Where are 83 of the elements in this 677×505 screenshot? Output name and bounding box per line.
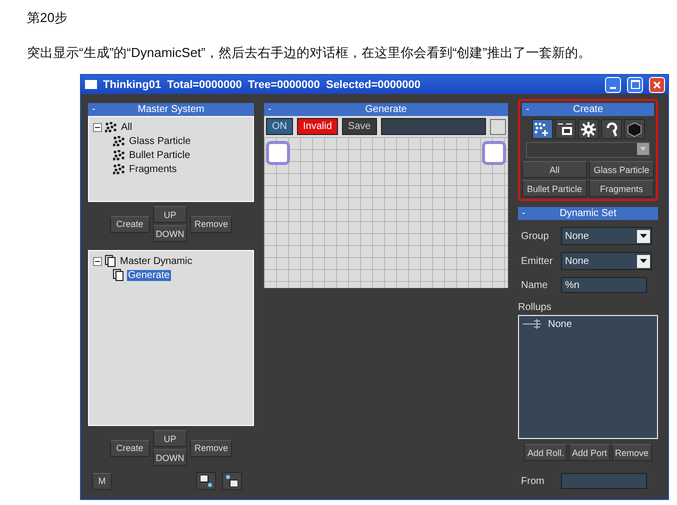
collapse-dash[interactable]: - [526, 104, 536, 115]
down-button[interactable]: DOWN [152, 449, 188, 466]
up-button[interactable]: UP [152, 206, 188, 223]
particles-icon [105, 122, 117, 132]
minimize-button[interactable] [605, 76, 621, 92]
tree-item[interactable]: Master Dynamic [119, 256, 194, 266]
on-button[interactable]: ON [266, 118, 293, 135]
create-button[interactable]: Create [110, 216, 150, 232]
panel-title: Dynamic Set [558, 208, 618, 219]
window-icon [85, 80, 97, 89]
input-node [266, 141, 290, 165]
select-field[interactable]: None [561, 227, 652, 245]
m-button[interactable]: M [92, 472, 112, 490]
minimize-icon [610, 86, 616, 88]
panel-title: Master System [136, 104, 206, 115]
create-option-button[interactable]: All [522, 161, 587, 178]
up-button[interactable]: UP [152, 430, 188, 447]
tool-button[interactable] [600, 119, 622, 139]
description-text: 突出显示“生成”的“DynamicSet”，然后去右手边的对话框，在这里你会看到“创建”推出了一套新的。 [27, 44, 592, 62]
maximize-button[interactable] [627, 76, 643, 92]
create-option-button[interactable]: Fragments [589, 180, 654, 197]
document-icon [113, 269, 124, 281]
save-icon[interactable] [196, 472, 216, 490]
load-icon[interactable] [222, 472, 242, 490]
select-field[interactable]: None [561, 252, 652, 270]
list-box-icon [557, 122, 573, 136]
close-button[interactable] [649, 76, 665, 92]
dropdown[interactable] [526, 142, 650, 158]
cube-icon [626, 122, 642, 136]
create-option-button[interactable]: Glass Particle [589, 161, 654, 178]
minus-icon [95, 258, 100, 264]
list-item[interactable]: None [548, 318, 572, 330]
tool-button[interactable] [554, 119, 576, 139]
caret-icon [637, 143, 649, 155]
particles-icon [113, 136, 125, 146]
hook-icon [604, 122, 618, 136]
particles-icon [113, 164, 125, 174]
tree-item[interactable]: Glass Particle [128, 136, 192, 146]
down-button[interactable]: DOWN [152, 225, 188, 242]
tool-button[interactable] [532, 119, 552, 139]
rollup-button[interactable]: Add Roll. [524, 444, 567, 461]
tree-item[interactable]: Fragments [128, 164, 178, 174]
invalid-button[interactable]: Invalid [297, 118, 338, 135]
maximize-icon [630, 80, 640, 89]
caret-icon [637, 254, 650, 268]
particles-icon [113, 150, 125, 160]
gear-icon [580, 122, 596, 136]
particles-plus-icon [534, 122, 550, 136]
square-button[interactable] [490, 118, 506, 134]
tree-item[interactable]: All [120, 122, 134, 132]
step-heading: 第20步 [27, 9, 68, 27]
remove-button[interactable]: Remove [190, 440, 232, 456]
collapse-toggle[interactable] [93, 122, 102, 132]
tree-item[interactable]: Bullet Particle [128, 150, 192, 160]
from-label: From [520, 476, 546, 486]
collapse-dash[interactable]: - [92, 104, 102, 115]
window-title: Thinking01 Total=0000000 Tree=0000000 Selected=0000000 [103, 78, 422, 90]
from-field[interactable] [561, 473, 647, 489]
output-node [482, 141, 506, 165]
create-option-button[interactable]: Bullet Particle [522, 180, 587, 197]
minus-icon [95, 124, 100, 130]
document-icon [105, 255, 116, 267]
field-label: Group [520, 230, 550, 242]
close-icon [653, 80, 661, 88]
field-label: Emitter [520, 256, 554, 266]
rollups-label: Rollups [518, 302, 552, 313]
save-button[interactable]: Save [342, 118, 377, 135]
remove-button[interactable]: Remove [190, 216, 232, 232]
caret-icon [637, 230, 650, 242]
panel-title: Create [572, 104, 604, 115]
tool-button[interactable] [624, 119, 644, 139]
field-label: Name [520, 280, 549, 290]
tree-item[interactable]: Generate [127, 270, 171, 280]
tool-button[interactable] [578, 119, 598, 139]
rollup-button[interactable]: Remove [612, 444, 652, 461]
collapse-dash[interactable]: - [522, 208, 532, 219]
create-button[interactable]: Create [110, 440, 150, 456]
collapse-dash[interactable]: - [268, 104, 278, 115]
name-input[interactable] [380, 118, 486, 135]
panel-title: Generate [364, 104, 408, 115]
collapse-toggle[interactable] [93, 256, 102, 266]
rollup-button[interactable]: Add Port [568, 444, 610, 461]
name-field[interactable]: %n [561, 277, 647, 293]
